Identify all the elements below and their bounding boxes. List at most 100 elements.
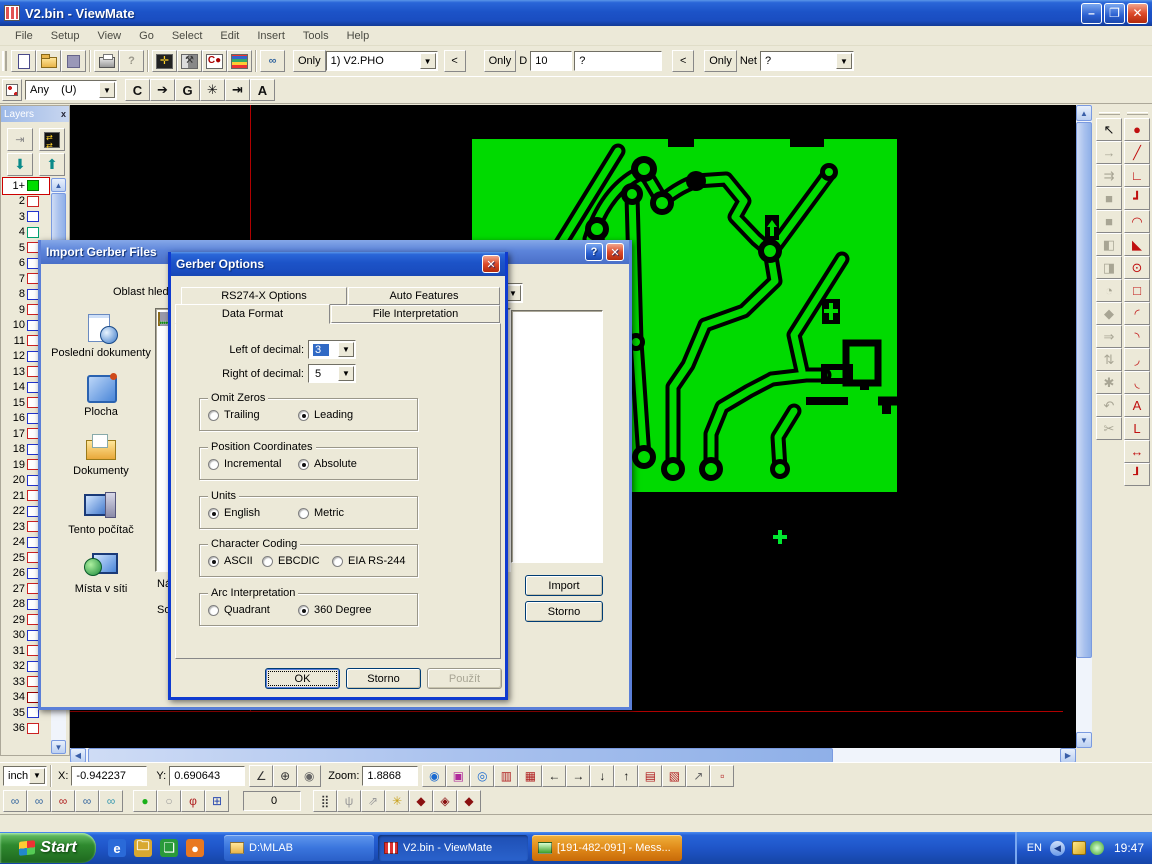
book-icon[interactable]: ❏ xyxy=(160,839,178,857)
draw-arc4-tool-button[interactable]: ◟ xyxy=(1124,371,1150,394)
layer-row[interactable]: 2 xyxy=(3,194,49,210)
radio-incremental[interactable]: Incremental xyxy=(208,458,281,470)
pointer-tool-button[interactable]: ↖ xyxy=(1096,118,1122,141)
import-button[interactable]: Import xyxy=(525,575,603,596)
select-type-combo[interactable]: Any (U)▼ xyxy=(25,80,117,100)
task-folder[interactable]: D:\MLAB xyxy=(224,835,374,861)
menu-help[interactable]: Help xyxy=(338,28,379,44)
draw-arc1-tool-button[interactable]: ◜ xyxy=(1124,302,1150,325)
radio-trailing[interactable]: Trailing xyxy=(208,409,260,421)
highlight-on-button[interactable]: ● xyxy=(133,790,157,812)
only-dcode-button[interactable]: Only xyxy=(484,50,517,72)
scroll-down-icon[interactable]: ▼ xyxy=(1076,732,1092,748)
menu-insert[interactable]: Insert xyxy=(248,28,294,44)
film-colors-button[interactable] xyxy=(227,50,252,72)
view-polygons-button[interactable]: ∞ xyxy=(51,790,75,812)
open-file-button[interactable] xyxy=(36,50,61,72)
anchor-button[interactable]: ψ xyxy=(337,790,361,812)
language-indicator[interactable]: EN xyxy=(1027,842,1042,854)
horizontal-scrollbar[interactable]: ◀ ▶ xyxy=(70,748,1076,763)
only-layer-button[interactable]: Only xyxy=(293,50,326,72)
view-selection-button[interactable]: ∞ xyxy=(75,790,99,812)
layers-scroll-up-icon[interactable]: ▲ xyxy=(51,178,66,192)
tab-rs274x-options[interactable]: RS274-X Options xyxy=(181,287,347,305)
grid-paste-button[interactable]: ▧ xyxy=(662,765,686,787)
marquee-button[interactable]: ▫ xyxy=(710,765,734,787)
highlight-off-button[interactable]: ○ xyxy=(157,790,181,812)
firefox-icon[interactable]: ● xyxy=(186,839,204,857)
maximize-button[interactable]: ❐ xyxy=(1104,3,1125,24)
pan-left-button[interactable]: ← xyxy=(542,765,566,787)
prev-layer-button[interactable]: < xyxy=(444,50,466,72)
dialog-help-button[interactable]: ? xyxy=(585,243,603,261)
draw-pad-tool-button[interactable]: ● xyxy=(1124,118,1150,141)
layer-row[interactable]: 36 xyxy=(3,721,49,737)
net-combo[interactable]: ?▼ xyxy=(760,51,854,71)
layer-setup-button[interactable]: ⇄⇄ xyxy=(39,128,65,151)
tab-auto-features[interactable]: Auto Features xyxy=(348,287,500,305)
pad-highlight-button[interactable]: ✛ xyxy=(152,50,177,72)
select-trace-tool-button[interactable]: ⇥ xyxy=(225,79,250,101)
rotate-tool-button[interactable]: ◔ xyxy=(1096,279,1122,302)
notes-tray-icon[interactable] xyxy=(1072,841,1086,855)
tab-data-format[interactable]: Data Format xyxy=(175,304,330,324)
start-button[interactable]: Start xyxy=(0,833,96,863)
move-point-tool-button[interactable]: → xyxy=(1096,141,1122,164)
app-titlebar[interactable]: V2.bin - ViewMate – ❐ ✕ xyxy=(0,0,1152,26)
place-desktop[interactable]: Plocha xyxy=(49,373,153,418)
angle-button[interactable]: ∠ xyxy=(249,765,273,787)
close-button[interactable]: ✕ xyxy=(1127,3,1148,24)
task-msg[interactable]: [191-482-091] - Mess... xyxy=(532,835,682,861)
flash-mode-button[interactable]: ✳ xyxy=(385,790,409,812)
layer-row[interactable]: 4 xyxy=(3,225,49,241)
context-help-button[interactable]: ? xyxy=(119,50,144,72)
mirror-h-tool-button[interactable]: ◨ xyxy=(1096,256,1122,279)
minimize-button[interactable]: – xyxy=(1081,3,1102,24)
dcode-filter-input[interactable]: ? xyxy=(574,51,662,71)
tray-collapse-icon[interactable]: ◀ xyxy=(1050,841,1065,856)
radio-absolute[interactable]: Absolute xyxy=(298,458,357,470)
draw-circle-tool-button[interactable]: ⊙ xyxy=(1124,256,1150,279)
draw-label-tool-button[interactable]: L xyxy=(1124,417,1150,440)
draw-triangle-tool-button[interactable]: ◣ xyxy=(1124,233,1150,256)
select-g-tool-button[interactable]: G xyxy=(175,79,200,101)
ok-button[interactable]: OK xyxy=(265,668,340,689)
menu-tools[interactable]: Tools xyxy=(294,28,338,44)
pad-s-mode-button[interactable]: ◈ xyxy=(433,790,457,812)
mirror-v-tool-button[interactable]: ◧ xyxy=(1096,233,1122,256)
radio-eia-rs244[interactable]: EIA RS-244 xyxy=(332,555,405,567)
view-sketch-button[interactable]: ∞ xyxy=(99,790,123,812)
layer-move-down-button[interactable]: ⬇ xyxy=(7,153,33,176)
place-recent[interactable]: Poslední dokumenty xyxy=(49,314,153,359)
view-pads-button[interactable]: ∞ xyxy=(3,790,27,812)
toolbar-grip[interactable] xyxy=(2,51,7,71)
scroll-up-icon[interactable]: ▲ xyxy=(1076,105,1092,121)
tab-file-interpretation[interactable]: File Interpretation xyxy=(331,305,500,323)
draw-corner-tool-button[interactable]: ┛ xyxy=(1124,187,1150,210)
menu-select[interactable]: Select xyxy=(163,28,212,44)
show-desktop-icon[interactable]: 🗀 xyxy=(134,839,152,857)
vertical-scrollbar-thumb[interactable] xyxy=(1076,122,1092,658)
select-text-tool-button[interactable]: A xyxy=(250,79,275,101)
options-close-button[interactable]: ✕ xyxy=(482,255,500,273)
draw-dimension-tool-button[interactable]: ↔ xyxy=(1124,440,1150,463)
origin-button[interactable]: ⊕ xyxy=(273,765,297,787)
pan-right-button[interactable]: → xyxy=(566,765,590,787)
draw-bend-tool-button[interactable]: ┚ xyxy=(1124,463,1150,486)
block2-tool-button[interactable]: ■ xyxy=(1096,210,1122,233)
dot-grid-button[interactable]: ⣿ xyxy=(313,790,337,812)
layer-color-swatch[interactable] xyxy=(27,723,39,734)
scroll-left-icon[interactable]: ◀ xyxy=(70,748,86,763)
radio-ebcdic[interactable]: EBCDIC xyxy=(262,555,320,567)
pan-down-button[interactable]: ↓ xyxy=(590,765,614,787)
messenger-tray-icon[interactable] xyxy=(1090,841,1104,855)
options-cancel-button[interactable]: Storno xyxy=(346,668,421,689)
palette-grip[interactable] xyxy=(1127,112,1148,115)
view-traces-button[interactable]: ∞ xyxy=(27,790,51,812)
menu-edit[interactable]: Edit xyxy=(211,28,248,44)
draw-text-tool-button[interactable]: A xyxy=(1124,394,1150,417)
offset-tool-button[interactable]: ⇅ xyxy=(1096,348,1122,371)
draw-fan-tool-button[interactable]: ◠ xyxy=(1124,210,1150,233)
layers-panel-titlebar[interactable]: Layers x xyxy=(1,106,69,122)
layer-row[interactable]: 1+ xyxy=(3,178,49,194)
